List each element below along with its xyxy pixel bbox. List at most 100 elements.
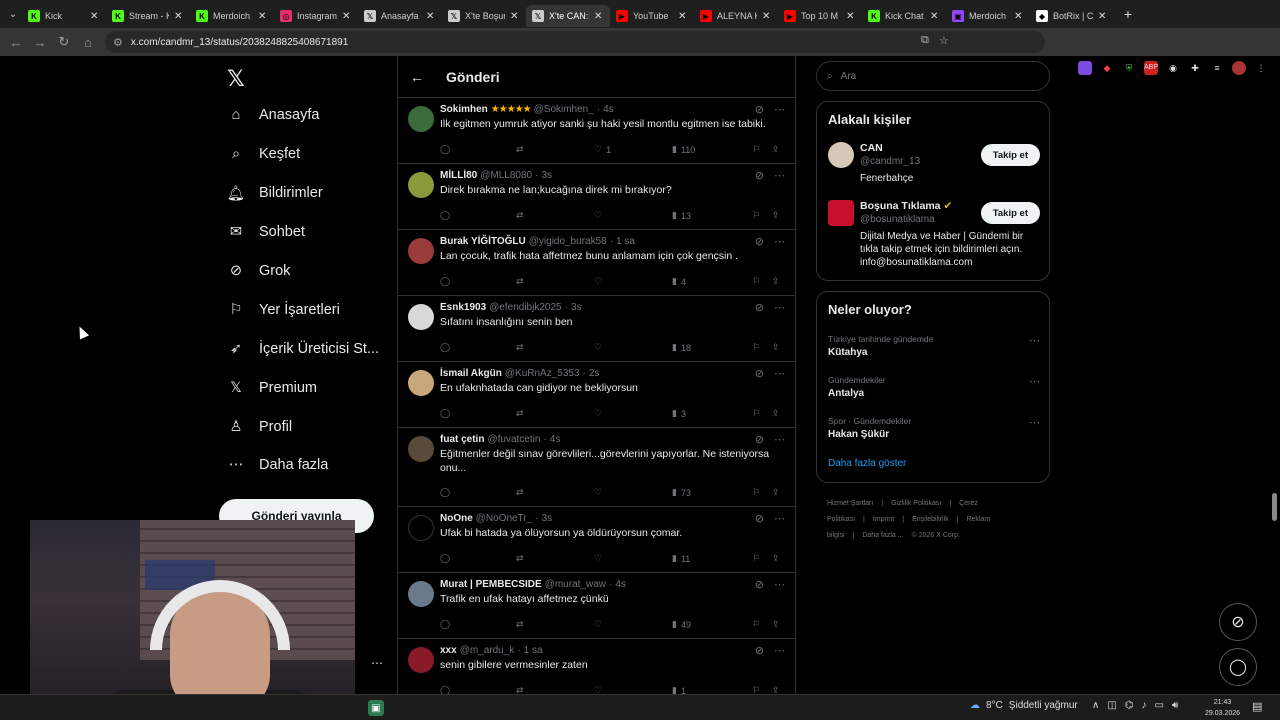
like-button[interactable]: ♡ 1 — [594, 144, 611, 155]
repost-button[interactable]: ⇄ — [516, 619, 528, 630]
author-handle[interactable]: @MLL8080 — [480, 170, 532, 181]
show-more-link[interactable]: Daha fazla göster — [828, 458, 906, 469]
browser-tab[interactable]: 𝕏 Anasayfa / ✕ — [358, 5, 442, 27]
share-button[interactable]: ⇪ — [772, 619, 780, 630]
views-button[interactable]: ▮ 4 — [672, 276, 686, 287]
person-name[interactable]: Boşuna Tıklama ✔ — [860, 200, 952, 212]
post-time[interactable]: 4s — [550, 434, 561, 445]
back-arrow-icon[interactable]: ← — [410, 69, 424, 85]
browser-tab[interactable]: 𝕏 X'te Boşun ✕ — [442, 5, 526, 27]
author-name[interactable]: NoOne — [440, 513, 473, 524]
more-icon[interactable]: ⋯ — [774, 301, 785, 314]
back-icon[interactable]: ← — [4, 30, 28, 54]
avatar[interactable] — [408, 106, 434, 132]
like-button[interactable]: ♡ — [594, 487, 606, 498]
share-button[interactable]: ⇪ — [772, 342, 780, 353]
taskbar-app-icon[interactable]: ▣ — [368, 700, 384, 716]
reply-button[interactable]: ◯ — [440, 487, 454, 498]
reply-button[interactable]: ◯ — [440, 619, 454, 630]
nav-item[interactable]: 𝕏 Premium — [227, 373, 317, 403]
notification-icon[interactable]: ▤ — [1252, 700, 1262, 713]
repost-button[interactable]: ⇄ — [516, 342, 528, 353]
more-icon[interactable]: ⋯ — [774, 644, 785, 657]
address-bar[interactable]: ⚙ x.com/candmr_13/status/203824882540867… — [105, 31, 1045, 53]
repost-button[interactable]: ⇄ — [516, 210, 528, 221]
nav-item[interactable]: ⚐ Yer İşaretleri — [227, 295, 340, 325]
like-button[interactable]: ♡ — [594, 342, 606, 353]
volume-icon[interactable]: 🔊︎ — [1172, 700, 1178, 711]
more-icon[interactable]: ⋯ — [774, 578, 785, 591]
author-name[interactable]: MİLLİ80 — [440, 170, 477, 181]
nav-item[interactable]: ⌕ Keşfet — [227, 139, 300, 169]
avatar[interactable] — [828, 142, 854, 168]
footer-link[interactable]: Imprint — [873, 516, 894, 523]
share-button[interactable]: ⇪ — [772, 408, 780, 419]
author-handle[interactable]: @fuvatcetin — [487, 434, 540, 445]
post-time[interactable]: 1 sa — [616, 236, 635, 247]
author-name[interactable]: fuat çetin — [440, 434, 484, 445]
browser-tab[interactable]: ▶ Top 10 M ✕ — [778, 5, 862, 27]
post-time[interactable]: 3s — [542, 513, 553, 524]
messages-fab-icon[interactable]: ◯ — [1219, 648, 1257, 686]
avatar[interactable] — [408, 436, 434, 462]
nav-item[interactable]: 🔔︎ Bildirimler — [227, 178, 323, 208]
footer-link[interactable]: Hizmet Şartları — [827, 500, 873, 507]
browser-tab[interactable]: K Kick Chat ✕ — [862, 5, 946, 27]
bookmark-button[interactable]: ⚐ — [752, 210, 760, 221]
bookmark-button[interactable]: ⚐ — [752, 276, 760, 287]
author-handle[interactable]: @NoOneTr_ — [476, 513, 532, 524]
reply-button[interactable]: ◯ — [440, 408, 454, 419]
share-button[interactable]: ⇪ — [772, 144, 780, 155]
tab-search-chevron-icon[interactable]: ⌄ — [4, 5, 22, 23]
avatar[interactable] — [408, 238, 434, 264]
avatar[interactable] — [408, 647, 434, 673]
grok-icon[interactable]: ⊘ — [755, 367, 764, 380]
browser-tab[interactable]: ▣ Merdoich ✕ — [946, 5, 1030, 27]
network-icon[interactable]: ⌬ — [1125, 700, 1134, 711]
grok-icon[interactable]: ⊘ — [755, 644, 764, 657]
person-name[interactable]: CAN — [860, 142, 883, 154]
reply-post[interactable]: Murat | PEMBECSIDE @murat_waw · 4s ⊘ ⋯ Trafik … — [398, 573, 795, 639]
reply-post[interactable]: Sokimhen ★★★★★ @Sokimhen_ · 4s ⊘ ⋯ Ilk egitmen … — [398, 98, 795, 164]
reply-button[interactable]: ◯ — [440, 342, 454, 353]
reply-post[interactable]: İsmail Akgün @KuRnAz_5353 · 2s ⊘ ⋯ En ufaknhat… — [398, 362, 795, 428]
avatar[interactable] — [408, 370, 434, 396]
follow-button[interactable]: Takip et — [980, 144, 1040, 166]
page-scrollbar[interactable] — [1272, 493, 1277, 521]
nav-item[interactable]: ⊘ Grok — [227, 256, 291, 286]
puzzle-icon[interactable]: ✚ — [1188, 61, 1202, 75]
author-name[interactable]: xxx — [440, 645, 457, 656]
camera-icon[interactable]: ▭ — [1155, 700, 1164, 711]
reply-button[interactable]: ◯ — [440, 144, 454, 155]
account-more-icon[interactable]: ⋯ — [371, 656, 383, 670]
browser-tab[interactable]: K Merdoich ✕ — [190, 5, 274, 27]
repost-button[interactable]: ⇄ — [516, 144, 528, 155]
browser-tab[interactable]: ◎ Instagram ✕ — [274, 5, 358, 27]
like-button[interactable]: ♡ — [594, 553, 606, 564]
clock[interactable]: 21:43 29.03.2026 — [1205, 697, 1240, 719]
trend-item[interactable]: Gündemdekiler Antalya ⋯ — [828, 375, 1040, 399]
author-name[interactable]: Murat | PEMBECSIDE — [440, 579, 542, 590]
post-time[interactable]: 2s — [589, 368, 600, 379]
close-tab-icon[interactable]: ✕ — [426, 11, 436, 22]
grok-icon[interactable]: ⊘ — [755, 433, 764, 446]
views-button[interactable]: ▮ 3 — [672, 408, 686, 419]
like-button[interactable]: ♡ — [594, 210, 606, 221]
footer-link[interactable]: © 2026 X Corp. — [912, 532, 960, 539]
grok-icon[interactable]: ⊘ — [755, 103, 764, 116]
browser-tab[interactable]: K Stream - K ✕ — [106, 5, 190, 27]
grok-icon[interactable]: ⊘ — [755, 578, 764, 591]
person-row[interactable]: CAN @candmr_13 Fenerbahçe Takip et — [828, 142, 1040, 202]
browser-tab[interactable]: ▶ ALEYNA K ✕ — [694, 5, 778, 27]
weather-widget[interactable]: ☁ 8°C Şiddetli yağmur — [970, 700, 1078, 711]
extension-3-icon[interactable]: ◉ — [1166, 61, 1180, 75]
more-icon[interactable]: ⋯ — [1029, 334, 1040, 347]
repost-button[interactable]: ⇄ — [516, 408, 528, 419]
adblock-icon[interactable]: ABP — [1144, 61, 1158, 75]
reply-post[interactable]: fuat çetin @fuvatcetin · 4s ⊘ ⋯ Eğitmenler değ… — [398, 428, 795, 507]
like-button[interactable]: ♡ — [594, 276, 606, 287]
bookmark-button[interactable]: ⚐ — [752, 487, 760, 498]
nav-item[interactable]: ➶ İçerik Üreticisi St... — [227, 334, 379, 364]
post-time[interactable]: 4s — [603, 104, 614, 115]
browser-tab[interactable]: ▶ YouTube ✕ — [610, 5, 694, 27]
